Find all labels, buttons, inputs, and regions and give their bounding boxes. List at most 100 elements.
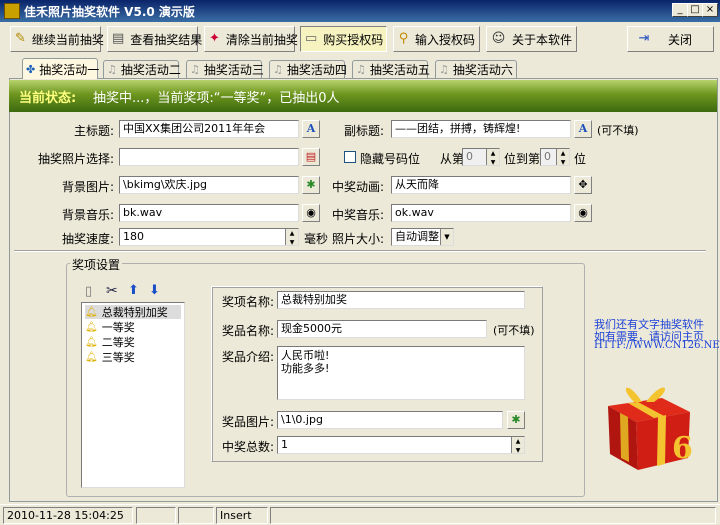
stepper-down-icon[interactable]: ▼ bbox=[512, 446, 524, 453]
tab-label: 抽奖活动一 bbox=[39, 62, 100, 77]
prize-list[interactable]: 🔔︎ 总裁特别加奖 🔔︎ 一等奖 🔔︎ 二等奖 🔔︎ 三等奖 bbox=[81, 302, 185, 488]
stepper-up-icon[interactable]: ▲ bbox=[557, 149, 569, 158]
win-anim-input[interactable]: 从天而降 bbox=[391, 176, 571, 194]
status-cell-empty bbox=[136, 507, 176, 524]
image-picker-icon[interactable]: ✱ bbox=[302, 176, 320, 194]
prize-count-value: 1 bbox=[281, 438, 288, 451]
clear-draw-label: 清除当前抽奖 bbox=[225, 32, 298, 47]
minimize-button[interactable]: _ bbox=[672, 3, 688, 17]
list-item[interactable]: 🔔︎ 二等奖 bbox=[85, 335, 135, 349]
enter-code-button[interactable]: ⚲ 输入授权码 bbox=[393, 26, 480, 52]
stepper-buttons[interactable]: ▲ ▼ bbox=[285, 229, 298, 245]
stepper-up-icon[interactable]: ▲ bbox=[487, 149, 499, 158]
prize-intro-textarea[interactable]: 人民币啦! 功能多多! bbox=[277, 346, 525, 400]
prize-intro-label: 奖品介绍: bbox=[222, 350, 275, 364]
status-bar: 2010-11-28 15:04:25 Insert bbox=[0, 504, 720, 525]
photo-size-select[interactable]: 自动调整 ▼ bbox=[391, 228, 454, 246]
status-label: 当前状态: bbox=[19, 91, 77, 106]
sub-title-hint: (可不填) bbox=[597, 124, 639, 137]
gift-box-icon: 6 bbox=[608, 387, 693, 470]
arrow-down-icon[interactable]: ⬇ bbox=[149, 283, 160, 298]
continue-draw-button[interactable]: ✎ 继续当前抽奖 bbox=[10, 26, 104, 52]
list-item[interactable]: 🔔︎ 一等奖 bbox=[85, 320, 135, 334]
prize-item-label: 奖品名称: bbox=[222, 324, 275, 338]
tab-activity-5[interactable]: ♫ 抽奖活动五 bbox=[352, 60, 430, 78]
stepper-up-icon[interactable]: ▲ bbox=[286, 229, 298, 238]
bg-image-input[interactable]: \bkimg\欢庆.jpg bbox=[119, 176, 299, 194]
new-file-icon[interactable]: ▯ bbox=[85, 284, 92, 299]
bg-music-input[interactable]: bk.wav bbox=[119, 204, 299, 222]
status-strip: 当前状态: 抽奖中...，当前奖项:“一等奖”，已抽出0人 bbox=[9, 80, 717, 112]
title-bar: 佳禾照片抽奖软件 V5.0 演示版 _ □ × bbox=[0, 0, 720, 22]
position-label: 位 bbox=[574, 152, 587, 166]
status-cell-empty bbox=[270, 507, 716, 524]
bell-icon: ♫ bbox=[439, 63, 449, 76]
tab-activity-3[interactable]: ♫ 抽奖活动三 bbox=[186, 60, 264, 78]
prize-item-input[interactable]: 现金5000元 bbox=[277, 320, 487, 338]
music-picker-icon[interactable]: ◉ bbox=[574, 204, 592, 222]
stepper-buttons[interactable]: ▲ ▼ bbox=[556, 149, 569, 165]
buy-license-button[interactable]: ▭ 购买授权码 bbox=[300, 26, 387, 52]
close-window-button[interactable]: × bbox=[702, 3, 718, 17]
tab-label: 抽奖活动三 bbox=[203, 63, 264, 77]
speed-label: 抽奖速度: bbox=[61, 232, 114, 246]
tab-label: 抽奖活动五 bbox=[369, 63, 430, 77]
from-stepper-value: 0 bbox=[466, 150, 473, 163]
close-app-label: 关闭 bbox=[668, 32, 693, 47]
divider bbox=[14, 250, 706, 252]
to-stepper[interactable]: 0 ▲ ▼ bbox=[540, 148, 570, 166]
stepper-down-icon[interactable]: ▼ bbox=[487, 158, 499, 165]
music-picker-icon[interactable]: ◉ bbox=[302, 204, 320, 222]
clear-icon: ✦ bbox=[209, 31, 220, 46]
hide-number-checkbox[interactable] bbox=[344, 151, 356, 163]
prize-count-stepper[interactable]: 1 ▲ ▼ bbox=[277, 436, 525, 454]
continue-icon: ✎ bbox=[15, 31, 26, 46]
chevron-down-icon[interactable]: ▼ bbox=[440, 229, 453, 245]
clear-draw-button[interactable]: ✦ 清除当前抽奖 bbox=[204, 26, 298, 52]
bell-icon: ♫ bbox=[356, 63, 366, 76]
win-music-label: 中奖音乐: bbox=[331, 208, 384, 222]
stepper-up-icon[interactable]: ▲ bbox=[512, 437, 524, 446]
prize-image-input[interactable]: \1\0.jpg bbox=[277, 411, 503, 429]
tab-activity-1[interactable]: ✤ 抽奖活动一 bbox=[22, 58, 100, 79]
bell-icon: 🔔︎ bbox=[85, 321, 98, 333]
tab-label: 抽奖活动二 bbox=[120, 63, 181, 77]
stepper-down-icon[interactable]: ▼ bbox=[557, 158, 569, 165]
list-item-label: 二等奖 bbox=[101, 336, 135, 349]
svg-text:6: 6 bbox=[672, 431, 693, 466]
list-item[interactable]: 🔔︎ 总裁特别加奖 bbox=[85, 305, 181, 319]
from-stepper[interactable]: 0 ▲ ▼ bbox=[462, 148, 500, 166]
stepper-buttons[interactable]: ▲ ▼ bbox=[511, 437, 524, 453]
list-item[interactable]: 🔔︎ 三等奖 bbox=[85, 350, 135, 364]
prize-name-input[interactable]: 总裁特别加奖 bbox=[277, 291, 525, 309]
stepper-down-icon[interactable]: ▼ bbox=[286, 238, 298, 245]
view-results-button[interactable]: ▤ 查看抽奖结果 bbox=[107, 26, 202, 52]
prize-count-label: 中奖总数: bbox=[222, 440, 275, 454]
about-button[interactable]: ☺ 关于本软件 bbox=[486, 26, 577, 52]
maximize-button[interactable]: □ bbox=[687, 3, 703, 17]
prize-image-label: 奖品图片: bbox=[222, 415, 275, 429]
arrow-up-icon[interactable]: ⬆ bbox=[128, 283, 139, 298]
hide-number-label: 隐藏号码位 bbox=[360, 152, 421, 166]
info-icon: ☺ bbox=[491, 31, 506, 46]
to-stepper-value: 0 bbox=[544, 150, 551, 163]
animation-picker-icon[interactable]: ✥ bbox=[574, 176, 592, 194]
photo-select-input[interactable] bbox=[119, 148, 299, 166]
cut-icon[interactable]: ✂ bbox=[106, 283, 118, 299]
speed-stepper[interactable]: 180 ▲ ▼ bbox=[119, 228, 299, 246]
exit-icon: ⇥ bbox=[638, 31, 650, 46]
font-a-icon[interactable]: A bbox=[574, 120, 592, 138]
font-a-icon[interactable]: A bbox=[302, 120, 320, 138]
tab-activity-4[interactable]: ♫ 抽奖活动四 bbox=[269, 60, 347, 78]
stepper-buttons[interactable]: ▲ ▼ bbox=[486, 149, 499, 165]
win-music-input[interactable]: ok.wav bbox=[391, 204, 571, 222]
close-app-button[interactable]: ⇥ 关闭 bbox=[627, 26, 714, 52]
folder-icon[interactable]: ▤ bbox=[302, 148, 320, 166]
sub-title-input[interactable]: ——团结，拼搏，铸辉煌! bbox=[391, 120, 571, 138]
promo-url-link[interactable]: HTTP://WWW.CN126.NET bbox=[594, 340, 720, 351]
main-title-input[interactable]: 中国XX集团公司2011年年会 bbox=[119, 120, 299, 138]
bell-icon: ♫ bbox=[190, 63, 200, 76]
image-picker-icon[interactable]: ✱ bbox=[507, 411, 525, 429]
tab-activity-2[interactable]: ♫ 抽奖活动二 bbox=[103, 60, 181, 78]
tab-activity-6[interactable]: ♫ 抽奖活动六 bbox=[435, 60, 517, 78]
